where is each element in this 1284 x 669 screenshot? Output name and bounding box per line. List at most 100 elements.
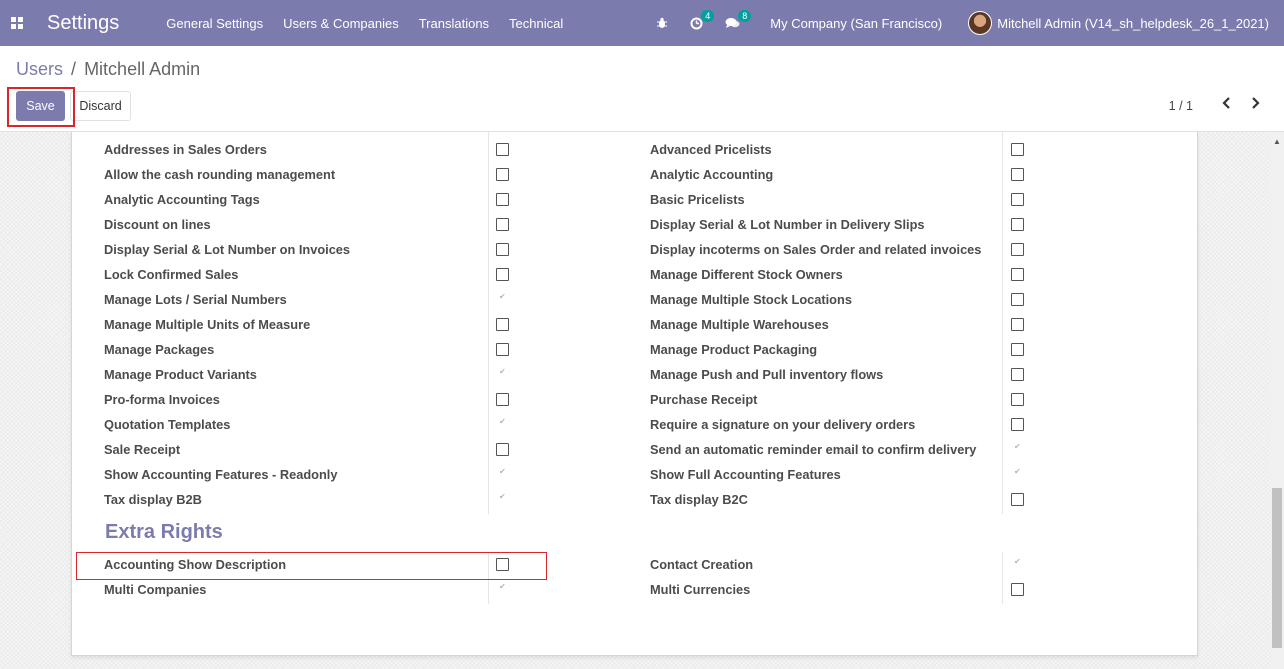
form-content: Addresses in Sales Orders Allow the cash … bbox=[0, 132, 1284, 669]
technical-settings-right: Advanced Pricelists Analytic Accounting Ba… bbox=[650, 137, 1080, 512]
checkbox-discount-on-lines[interactable] bbox=[496, 218, 509, 231]
menu-users-companies[interactable]: Users & Companies bbox=[283, 16, 399, 31]
setting-row-display-incoterms-on-sales-order-and-related-invoices: Display incoterms on Sales Order and rel… bbox=[650, 237, 1080, 262]
setting-label: Tax display B2B bbox=[104, 492, 202, 507]
checkbox-manage-packages[interactable] bbox=[496, 343, 509, 356]
setting-row-manage-lots-serial-numbers: Manage Lots / Serial Numbers bbox=[104, 287, 506, 312]
setting-row-sale-receipt: Sale Receipt bbox=[104, 437, 509, 462]
checkbox-manage-multiple-stock-locations[interactable] bbox=[1011, 293, 1024, 306]
checkbox-send-an-automatic-reminder-email-to-confirm-delivery[interactable] bbox=[1011, 442, 1024, 456]
setting-row-manage-multiple-warehouses: Manage Multiple Warehouses bbox=[650, 312, 1080, 337]
setting-label: Manage Push and Pull inventory flows bbox=[650, 367, 884, 382]
scrollbar-thumb[interactable] bbox=[1272, 488, 1282, 648]
checkbox-require-a-signature-on-your-delivery-orders[interactable] bbox=[1011, 418, 1024, 431]
app-title[interactable]: Settings bbox=[47, 12, 119, 35]
checkbox-show-accounting-features-readonly[interactable] bbox=[496, 467, 509, 481]
setting-label: Send an automatic reminder email to conf… bbox=[650, 442, 977, 457]
menu-technical[interactable]: Technical bbox=[509, 16, 563, 31]
comments-icon[interactable]: 8 bbox=[725, 10, 752, 29]
checkbox-manage-lots-serial-numbers[interactable] bbox=[496, 292, 509, 306]
breadcrumb: Users / Mitchell Admin bbox=[16, 59, 200, 80]
setting-label: Manage Product Packaging bbox=[650, 342, 818, 357]
checkbox-quotation-templates[interactable] bbox=[496, 417, 509, 431]
setting-label: Contact Creation bbox=[650, 557, 754, 572]
checkbox-show-full-accounting-features[interactable] bbox=[1011, 467, 1024, 481]
checkbox-contact-creation[interactable] bbox=[1011, 557, 1024, 571]
setting-label: Sale Receipt bbox=[104, 442, 181, 457]
checkbox-allow-the-cash-rounding-management[interactable] bbox=[496, 168, 509, 181]
checkbox-addresses-in-sales-orders[interactable] bbox=[496, 143, 509, 156]
checkbox-advanced-pricelists[interactable] bbox=[1011, 143, 1024, 156]
setting-label: Pro-forma Invoices bbox=[104, 392, 220, 407]
checkbox-tax-display-b2b[interactable] bbox=[496, 492, 509, 506]
setting-label: Manage Product Variants bbox=[104, 367, 257, 382]
menu-general-settings[interactable]: General Settings bbox=[166, 16, 263, 31]
checkbox-display-incoterms-on-sales-order-and-related-invoices[interactable] bbox=[1011, 243, 1024, 256]
next-record-button[interactable] bbox=[1248, 94, 1262, 112]
previous-record-button[interactable] bbox=[1220, 94, 1234, 112]
setting-label: Advanced Pricelists bbox=[650, 142, 772, 157]
setting-row-contact-creation: Contact Creation bbox=[650, 552, 1080, 577]
company-switcher[interactable]: My Company (San Francisco) bbox=[770, 16, 942, 31]
setting-row-allow-the-cash-rounding-management: Allow the cash rounding management bbox=[104, 162, 509, 187]
bug-icon[interactable] bbox=[656, 17, 668, 29]
setting-row-advanced-pricelists: Advanced Pricelists bbox=[650, 137, 1080, 162]
checkbox-analytic-accounting-tags[interactable] bbox=[496, 193, 509, 206]
setting-label: Show Accounting Features - Readonly bbox=[104, 467, 338, 482]
setting-row-addresses-in-sales-orders: Addresses in Sales Orders bbox=[104, 137, 509, 162]
checkbox-multi-currencies[interactable] bbox=[1011, 583, 1024, 596]
checkbox-basic-pricelists[interactable] bbox=[1011, 193, 1024, 206]
checkbox-analytic-accounting[interactable] bbox=[1011, 168, 1024, 181]
setting-label: Display Serial & Lot Number in Delivery … bbox=[650, 217, 925, 232]
checkbox-tax-display-b2c[interactable] bbox=[1011, 493, 1024, 506]
menu-translations[interactable]: Translations bbox=[419, 16, 489, 31]
grid-icon[interactable] bbox=[11, 17, 23, 29]
checkbox-display-serial-lot-number-on-invoices[interactable] bbox=[496, 243, 509, 256]
setting-label: Multi Currencies bbox=[650, 582, 751, 597]
systray: 4 8 My Company (San Francisco) Mitchell … bbox=[656, 0, 1284, 46]
setting-row-manage-product-packaging: Manage Product Packaging bbox=[650, 337, 1080, 362]
checkbox-manage-push-and-pull-inventory-flows[interactable] bbox=[1011, 368, 1024, 381]
checkbox-manage-multiple-warehouses[interactable] bbox=[1011, 318, 1024, 331]
checkbox-multi-companies[interactable] bbox=[496, 582, 509, 596]
setting-row-analytic-accounting: Analytic Accounting bbox=[650, 162, 1080, 187]
setting-label: Lock Confirmed Sales bbox=[104, 267, 239, 282]
user-menu[interactable]: Mitchell Admin (V14_sh_helpdesk_26_1_202… bbox=[968, 11, 1269, 35]
checkbox-manage-product-packaging[interactable] bbox=[1011, 343, 1024, 356]
scroll-up-arrow-icon[interactable]: ▲ bbox=[1270, 134, 1284, 148]
clock-icon[interactable]: 4 bbox=[690, 9, 715, 30]
setting-row-tax-display-b2c: Tax display B2C bbox=[650, 487, 1080, 512]
extra-rights-right: Contact Creation Multi Currencies bbox=[650, 552, 1080, 602]
checkbox-manage-different-stock-owners[interactable] bbox=[1011, 268, 1024, 281]
setting-row-multi-companies: Multi Companies bbox=[104, 577, 506, 602]
save-highlight-box bbox=[7, 87, 75, 127]
checkbox-sale-receipt[interactable] bbox=[496, 443, 509, 456]
setting-label: Analytic Accounting Tags bbox=[104, 192, 260, 207]
activity-count-badge: 4 bbox=[701, 9, 715, 22]
setting-row-display-serial-lot-number-in-delivery-slips: Display Serial & Lot Number in Delivery … bbox=[650, 212, 1080, 237]
setting-row-purchase-receipt: Purchase Receipt bbox=[650, 387, 1080, 412]
setting-label: Addresses in Sales Orders bbox=[104, 142, 267, 157]
breadcrumb-users-link[interactable]: Users bbox=[16, 59, 63, 79]
setting-label: Discount on lines bbox=[104, 217, 211, 232]
checkbox-lock-confirmed-sales[interactable] bbox=[496, 268, 509, 281]
setting-row-analytic-accounting-tags: Analytic Accounting Tags bbox=[104, 187, 509, 212]
setting-row-lock-confirmed-sales: Lock Confirmed Sales bbox=[104, 262, 509, 287]
checkbox-manage-product-variants[interactable] bbox=[496, 367, 509, 381]
pager-value[interactable]: 1 / 1 bbox=[1169, 99, 1193, 113]
setting-row-pro-forma-invoices: Pro-forma Invoices bbox=[104, 387, 509, 412]
accounting-show-description-highlight-box bbox=[76, 552, 547, 580]
setting-row-manage-packages: Manage Packages bbox=[104, 337, 509, 362]
setting-label: Basic Pricelists bbox=[650, 192, 745, 207]
checkbox-display-serial-lot-number-in-delivery-slips[interactable] bbox=[1011, 218, 1024, 231]
checkbox-purchase-receipt[interactable] bbox=[1011, 393, 1024, 406]
form-sheet: Addresses in Sales Orders Allow the cash … bbox=[71, 132, 1198, 656]
setting-row-quotation-templates: Quotation Templates bbox=[104, 412, 506, 437]
column-divider bbox=[488, 132, 489, 514]
setting-row-show-full-accounting-features: Show Full Accounting Features bbox=[650, 462, 1080, 487]
discard-button[interactable]: Discard bbox=[70, 91, 131, 121]
checkbox-manage-multiple-units-of-measure[interactable] bbox=[496, 318, 509, 331]
vertical-scrollbar[interactable]: ▲ bbox=[1270, 132, 1284, 669]
checkbox-pro-forma-invoices[interactable] bbox=[496, 393, 509, 406]
setting-label: Require a signature on your delivery ord… bbox=[650, 417, 916, 432]
